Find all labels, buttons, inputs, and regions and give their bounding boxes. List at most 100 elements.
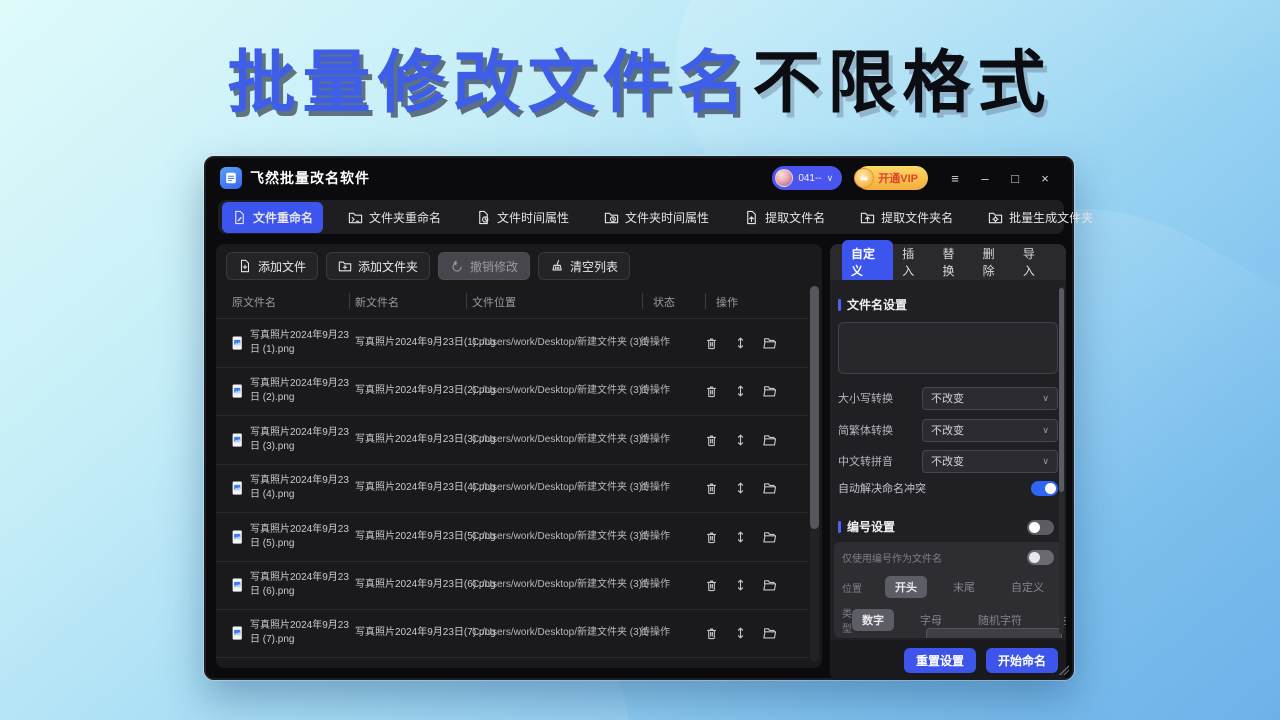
open-folder-icon[interactable] [762,626,777,641]
file-extract-icon [744,210,759,225]
select-label: 大小写转换 [838,390,893,406]
tab-folder-time[interactable]: 文件夹时间属性 [594,202,719,233]
table-row: 写真照片2024年9月23日 (5).png写真照片2024年9月23日(5).… [216,512,808,561]
row-actions [704,626,784,641]
file-path: C:/Users/work/Desktop/新建文件夹 (3)1 [472,433,648,447]
settings-tab-custom[interactable]: 自定义 [842,240,893,284]
section-accent-bar [838,299,841,311]
simp-trad-convert-select[interactable]: 不改变∨ [922,419,1058,442]
trash-icon[interactable] [704,432,719,447]
table-body: 写真照片2024年9月23日 (1).png写真照片2024年9月23日(1).… [216,318,808,658]
trash-icon[interactable] [704,626,719,641]
open-folder-icon[interactable] [762,529,777,544]
pinyin-convert-select[interactable]: 不改变∨ [922,450,1058,473]
add-folder-button[interactable]: 添加文件夹 [326,252,430,280]
tab-file-rename[interactable]: 文件重命名 [222,202,323,233]
clear-icon [550,259,564,273]
settings-tab-replace[interactable]: 替换 [933,240,973,284]
image-file-icon [230,334,245,351]
move-vertical-icon[interactable] [733,384,748,399]
position-option[interactable]: 末尾 [943,576,985,598]
move-vertical-icon[interactable] [733,481,748,496]
table-row: 写真照片2024年9月23日 (6).png写真照片2024年9月23日(6).… [216,561,808,610]
settings-scrollbar[interactable] [1059,286,1064,634]
maximize-button[interactable]: □ [1002,166,1028,190]
reset-settings-button[interactable]: 重置设置 [904,648,976,673]
toolbar-button-label: 撤销修改 [470,258,518,275]
minimize-button[interactable]: – [972,166,998,190]
settings-tab-bar: 自定义插入替换删除导入 [830,244,1066,280]
trash-icon[interactable] [704,481,719,496]
row-actions [704,481,784,496]
trash-icon[interactable] [704,335,719,350]
account-button[interactable]: 041-- ∨ [772,166,842,190]
tab-extract-filename[interactable]: 提取文件名 [734,202,835,233]
tab-file-time[interactable]: 文件时间属性 [466,202,579,233]
open-folder-icon[interactable] [762,335,777,350]
file-path: C:/Users/work/Desktop/新建文件夹 (3)1 [472,481,648,495]
trash-icon[interactable] [704,384,719,399]
pinyin-convert-row: 中文转拼音不改变∨ [838,449,1058,473]
table-scrollbar-thumb[interactable] [810,286,819,529]
column-header: 原文件名 [232,294,276,310]
settings-tab-insert[interactable]: 插入 [893,240,933,284]
case-convert-select[interactable]: 不改变∨ [922,387,1058,410]
status-text: 待操作 [640,578,670,592]
tab-label: 文件时间属性 [497,209,569,226]
tab-label: 提取文件夹名 [881,209,953,226]
only-number-toggle[interactable] [1027,550,1054,565]
select-value: 不改变 [931,422,964,438]
move-vertical-icon[interactable] [733,578,748,593]
file-path: C:/Users/work/Desktop/新建文件夹 (3)1 [472,578,648,592]
trash-icon[interactable] [704,578,719,593]
column-separator [642,293,643,309]
open-folder-icon[interactable] [762,384,777,399]
image-file-icon [230,625,245,642]
trash-icon[interactable] [704,529,719,544]
table-row: 写真照片2024年9月23日 (1).png写真照片2024年9月23日(1).… [216,318,808,367]
numbering-toggle[interactable] [1027,520,1054,535]
new-filename: 写真照片2024年9月23日(7).png [355,626,467,640]
vip-button[interactable]: 开通VIP [856,166,928,190]
type-option[interactable]: 数字 [852,609,894,631]
settings-tab-import[interactable]: 导入 [1014,240,1054,284]
move-vertical-icon[interactable] [733,335,748,350]
conflict-toggle[interactable] [1031,481,1058,496]
settings-scrollbar-thumb[interactable] [1059,288,1064,492]
resize-grip[interactable] [1059,665,1069,675]
move-vertical-icon[interactable] [733,529,748,544]
row-actions [704,432,784,447]
vip-label: 开通VIP [878,170,918,186]
move-vertical-icon[interactable] [733,432,748,447]
clear-list-button[interactable]: 清空列表 [538,252,630,280]
open-folder-icon[interactable] [762,578,777,593]
status-text: 待操作 [640,530,670,544]
original-filename: 写真照片2024年9月23日 (7).png [250,619,356,647]
start-rename-button[interactable]: 开始命名 [986,648,1058,673]
column-separator [705,293,706,309]
new-filename: 写真照片2024年9月23日(2).png [355,384,467,398]
open-folder-icon[interactable] [762,432,777,447]
status-text: 待操作 [640,626,670,640]
conflict-toggle-row: 自动解决命名冲突 [838,480,1058,496]
table-row: 写真照片2024年9月23日 (7).png写真照片2024年9月23日(7).… [216,609,808,658]
move-vertical-icon[interactable] [733,626,748,641]
table-row: 写真照片2024年9月23日 (2).png写真照片2024年9月23日(2).… [216,367,808,416]
open-folder-icon[interactable] [762,481,777,496]
filename-input[interactable] [838,322,1058,374]
settings-tab-delete[interactable]: 删除 [974,240,1014,284]
status-text: 待操作 [640,481,670,495]
tab-folder-rename[interactable]: 文件夹重命名 [338,202,451,233]
add-file-button[interactable]: 添加文件 [226,252,318,280]
table-scrollbar[interactable] [810,286,819,662]
tab-extract-foldername[interactable]: 提取文件夹名 [850,202,963,233]
menu-button[interactable]: ≡ [942,166,968,190]
numbering-format-select[interactable] [926,628,1062,638]
position-option[interactable]: 开头 [885,576,927,598]
close-button[interactable]: × [1032,166,1058,190]
tab-batch-create-folder[interactable]: 批量生成文件夹 [978,202,1103,233]
file-rename-icon [232,210,247,225]
crown-icon [854,168,874,188]
settings-footer: 重置设置 开始命名 [830,640,1066,680]
position-option[interactable]: 自定义 [1001,576,1054,598]
